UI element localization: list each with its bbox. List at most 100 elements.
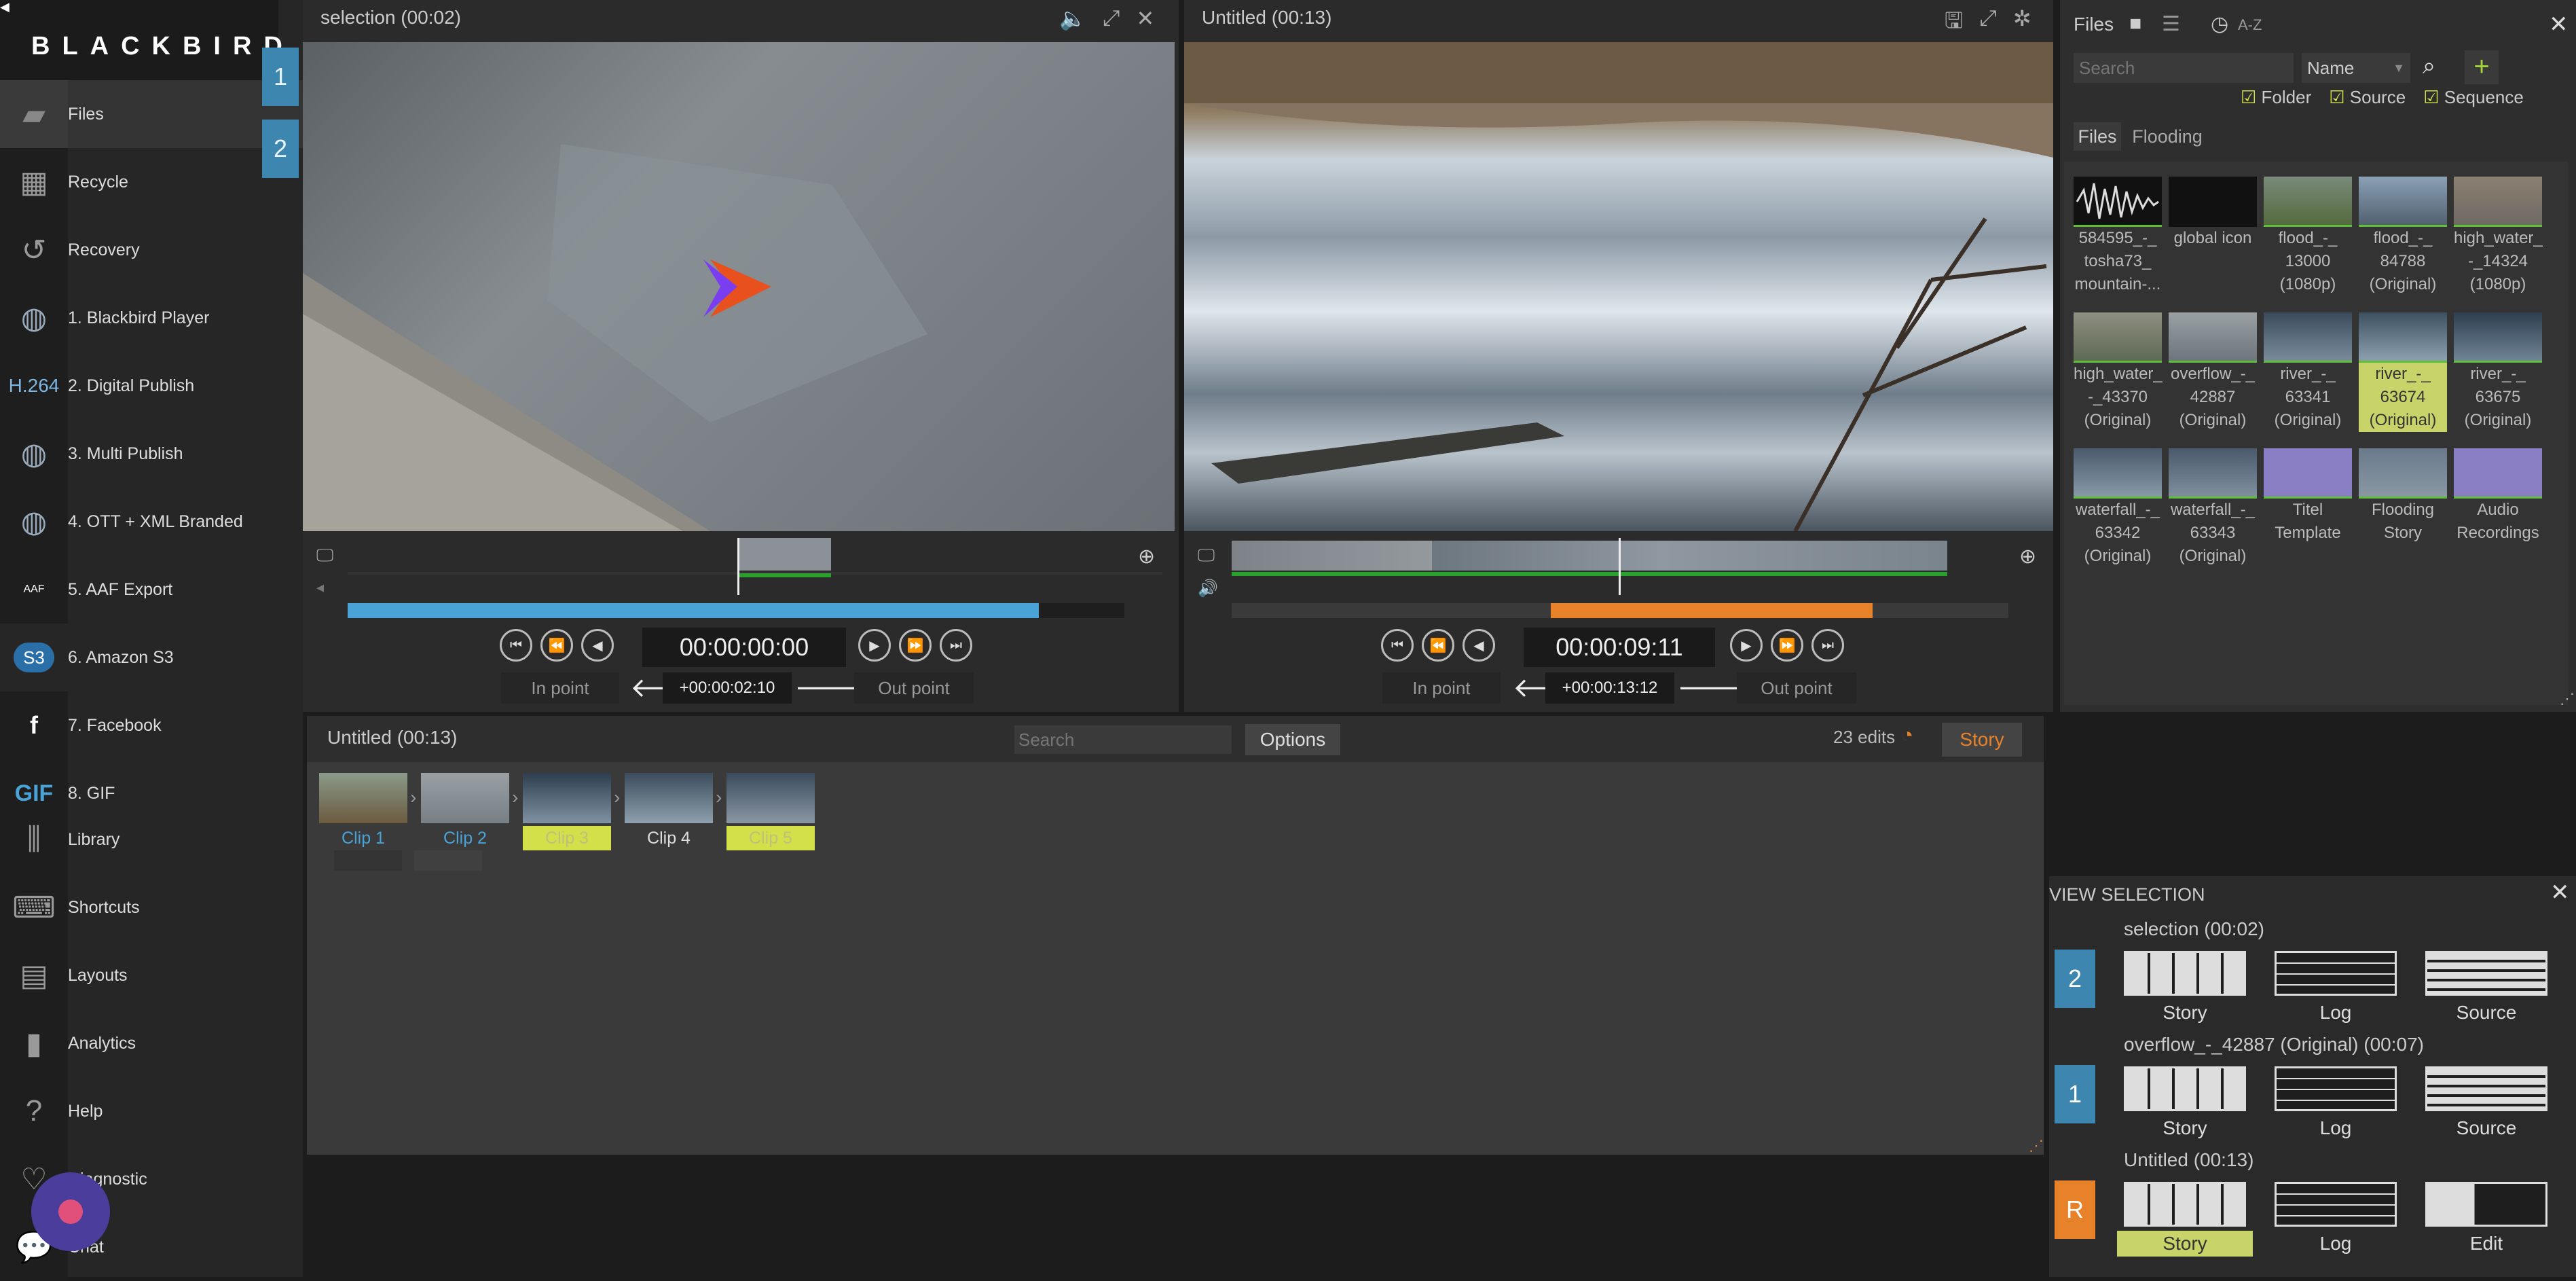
go-to-start-button[interactable]: ⏮ <box>500 629 532 662</box>
viewer-right-video[interactable] <box>1184 42 2053 531</box>
log-layout-icon[interactable] <box>2275 1182 2397 1227</box>
sequence-strip[interactable] <box>1232 541 1947 571</box>
arrow-left-icon[interactable]: 🡐 <box>1513 672 1585 704</box>
playhead[interactable] <box>737 538 739 595</box>
view-row-badge[interactable]: 2 <box>2055 950 2095 1008</box>
file-item[interactable]: river_-_ 63674 (Original) <box>2359 312 2447 432</box>
source-filter-checkbox[interactable]: ☑ Source <box>2329 87 2406 108</box>
sidebar-item-2-digital-publish[interactable]: H.264 2. Digital Publish <box>0 352 303 420</box>
files-search-input[interactable] <box>2074 53 2294 83</box>
sidebar-item-7-facebook[interactable]: f 7. Facebook <box>0 691 303 759</box>
sidebar-item-shortcuts[interactable]: ⌨ Shortcuts <box>0 873 303 941</box>
story-clip[interactable]: Clip 5 <box>726 773 815 850</box>
view-option-label[interactable]: Source <box>2418 1000 2554 1026</box>
close-icon[interactable]: ✕ <box>2549 11 2569 38</box>
play-reverse-button[interactable]: ◀ <box>581 629 614 662</box>
resize-handle-icon[interactable]: ⋰ <box>2560 690 2575 708</box>
source-layout-icon[interactable] <box>2425 1066 2547 1111</box>
story-search-input[interactable] <box>1014 725 1232 754</box>
viewer-right-scrubber[interactable]: 🖵 🔊 ⊕ <box>1184 538 2053 619</box>
view-option-label[interactable]: Edit <box>2418 1231 2554 1257</box>
viewer-left-scrubber[interactable]: 🖵 ◂ ⊕ <box>303 538 1179 619</box>
sidebar-item-analytics[interactable]: ▮ Analytics <box>0 1009 303 1077</box>
sidebar-item-4-ott-xml-branded[interactable]: ◍ 4. OTT + XML Branded <box>0 488 303 556</box>
out-point-button[interactable]: Out point <box>1737 672 1856 704</box>
zoom-icon[interactable]: ⊕ <box>1138 545 1155 569</box>
file-item[interactable]: high_water_ -_14324 (1080p) <box>2454 177 2543 296</box>
view-option-label[interactable]: Story <box>2117 1231 2253 1257</box>
back-arrow-icon[interactable]: ◀ <box>0 0 14 14</box>
view-row-badge[interactable]: R <box>2055 1180 2095 1239</box>
file-item[interactable]: flood_-_ 84788 (Original) <box>2359 177 2447 296</box>
story-layout-icon[interactable] <box>2124 1182 2246 1227</box>
sequence-filter-checkbox[interactable]: ☑ Sequence <box>2423 87 2524 108</box>
view-option-label[interactable]: Log <box>2268 1000 2404 1026</box>
folder-item[interactable]: Titel Template <box>2264 448 2352 545</box>
prev-frame-button[interactable]: ⏪ <box>1422 629 1454 662</box>
file-item[interactable]: waterfall_-_ 63343 (Original) <box>2169 448 2257 568</box>
search-icon[interactable]: ⌕ <box>2423 53 2435 79</box>
tab-flooding[interactable]: Flooding <box>2127 122 2208 151</box>
arrow-left-icon[interactable]: 🡐 <box>630 672 703 704</box>
next-frame-button[interactable]: ⏩ <box>1771 629 1803 662</box>
list-view-icon[interactable]: ☰ <box>2162 12 2180 36</box>
story-clip[interactable]: Clip 2 › <box>421 773 518 850</box>
view-row-badge[interactable]: 1 <box>2055 1065 2095 1123</box>
sidebar-item-1-blackbird-player[interactable]: ◍ 1. Blackbird Player <box>0 284 303 352</box>
edit-range-track[interactable] <box>1232 603 2008 618</box>
arrow-right-icon[interactable]: 🡒 <box>794 672 867 704</box>
sidebar-item-6-amazon-s3[interactable]: S3 6. Amazon S3 <box>0 624 303 691</box>
view-option-label[interactable]: Log <box>2268 1115 2404 1141</box>
play-button[interactable]: ▶ <box>858 629 891 662</box>
file-item[interactable]: global icon <box>2169 177 2257 250</box>
volume-icon[interactable]: 🔊 <box>1198 579 1218 598</box>
view-option-label[interactable]: Log <box>2268 1231 2404 1257</box>
sort-select[interactable]: Name ▼ <box>2302 53 2410 83</box>
file-item[interactable]: flood_-_ 13000 (1080p) <box>2264 177 2352 296</box>
monitor-icon[interactable]: 🖵 <box>316 545 333 566</box>
expand-icon[interactable]: ⤢ <box>1103 5 1120 31</box>
file-item[interactable]: river_-_ 63341 (Original) <box>2264 312 2352 432</box>
options-button[interactable]: Options <box>1245 724 1340 755</box>
in-point-button[interactable]: In point <box>1382 672 1501 704</box>
play-button[interactable]: ▶ <box>1730 629 1763 662</box>
resize-handle-icon[interactable]: ⋰ <box>2029 1137 2044 1155</box>
playhead[interactable] <box>1619 538 1621 595</box>
folder-item[interactable]: Audio Recordings <box>2454 448 2542 545</box>
monitor-icon[interactable]: 🖵 <box>1198 545 1215 566</box>
view-option-label[interactable]: Source <box>2418 1115 2554 1141</box>
file-item[interactable]: high_water_ -_43370 (Original) <box>2074 312 2163 432</box>
file-item[interactable]: river_-_ 63675 (Original) <box>2454 312 2542 432</box>
file-item[interactable]: waterfall_-_ 63342 (Original) <box>2074 448 2162 568</box>
edit-layout-icon[interactable] <box>2425 1182 2547 1227</box>
settings-icon[interactable]: ✲ <box>2013 5 2031 42</box>
sidebar-item-files[interactable]: ▰ Files <box>0 80 303 148</box>
play-reverse-button[interactable]: ◀ <box>1462 629 1495 662</box>
file-item[interactable]: 584595_-_ tosha73_ mountain-... <box>2074 177 2162 296</box>
log-layout-icon[interactable] <box>2275 1066 2397 1111</box>
tab-files[interactable]: Files <box>2074 122 2121 151</box>
story-clip[interactable]: Clip 1 › <box>319 773 416 850</box>
folder-filter-checkbox[interactable]: ☑ Folder <box>2241 87 2311 108</box>
source-layout-icon[interactable] <box>2425 951 2547 996</box>
sidebar-item-recycle[interactable]: ▦ Recycle <box>0 148 303 216</box>
file-item[interactable]: overflow_-_ 42887 (Original) <box>2169 312 2257 432</box>
sort-order-label[interactable]: A-Z <box>2238 16 2262 34</box>
selection-strip[interactable] <box>737 538 831 571</box>
zoom-icon[interactable]: ⊕ <box>2019 545 2036 569</box>
arrow-right-icon[interactable]: 🡒 <box>1677 672 1750 704</box>
view-option-label[interactable]: Story <box>2117 1115 2253 1141</box>
story-clip[interactable]: Clip 3 › <box>523 773 620 850</box>
workspace-tab-2[interactable]: 2 <box>262 120 299 178</box>
sidebar-item-3-multi-publish[interactable]: ◍ 3. Multi Publish <box>0 420 303 488</box>
sidebar-item-library[interactable]: ⫼ Library <box>0 806 303 873</box>
add-button[interactable]: + <box>2465 50 2499 84</box>
close-icon[interactable]: ✕ <box>1136 5 1154 31</box>
story-clip[interactable]: Clip 4 › <box>625 773 722 850</box>
in-point-button[interactable]: In point <box>501 672 619 704</box>
go-to-start-button[interactable]: ⏮ <box>1381 629 1414 662</box>
close-icon[interactable]: ✕ <box>2550 879 2570 906</box>
sidebar-item-layouts[interactable]: ▤ Layouts <box>0 941 303 1009</box>
next-frame-button[interactable]: ⏩ <box>899 629 932 662</box>
out-point-button[interactable]: Out point <box>854 672 974 704</box>
